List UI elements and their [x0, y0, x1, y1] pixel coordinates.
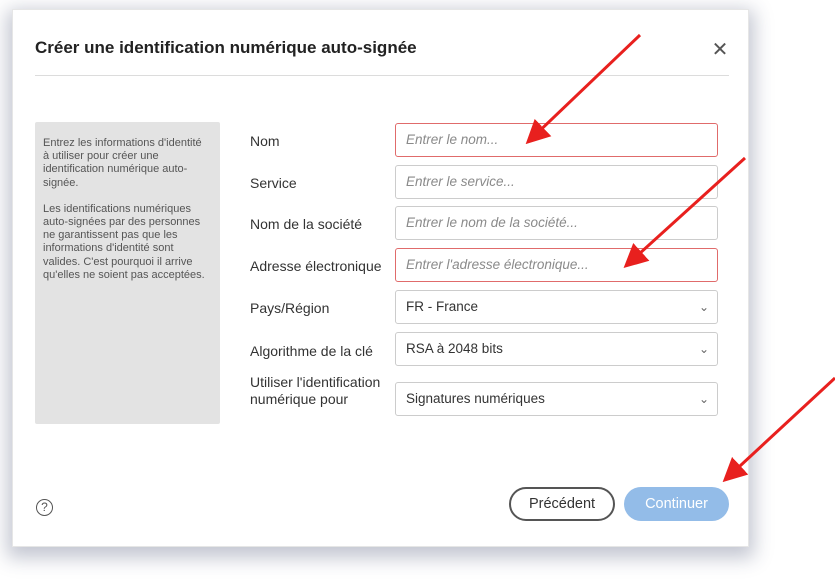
close-icon[interactable]: ✕ [710, 40, 730, 60]
company-input[interactable] [406, 207, 707, 238]
service-input[interactable] [406, 166, 707, 197]
country-label: Pays/Région [250, 300, 330, 316]
service-label: Service [250, 175, 297, 191]
usage-select[interactable]: Signatures numériques ⌄ [395, 382, 718, 416]
title-divider [35, 75, 729, 76]
country-value: FR - France [406, 299, 479, 314]
info-paragraph-1: Entrez les informations d'identité à uti… [43, 137, 202, 189]
dialog-title: Créer une identification numérique auto-… [35, 38, 417, 57]
chevron-down-icon: ⌄ [698, 342, 709, 356]
chevron-down-icon: ⌄ [698, 300, 709, 314]
continue-button[interactable]: Continuer [624, 487, 729, 521]
create-digital-id-dialog: Créer une identification numérique auto-… [13, 10, 748, 546]
name-input[interactable] [406, 124, 707, 155]
algorithm-label: Algorithme de la clé [250, 343, 373, 359]
info-panel: Entrez les informations d'identité à uti… [35, 122, 220, 424]
usage-value: Signatures numériques [406, 391, 545, 406]
name-label: Nom [250, 133, 280, 149]
email-input[interactable] [406, 249, 707, 280]
help-icon[interactable]: ? [36, 499, 53, 516]
algorithm-value: RSA à 2048 bits [406, 341, 503, 356]
service-field[interactable] [395, 165, 718, 199]
name-field[interactable] [395, 123, 718, 157]
email-field[interactable] [395, 248, 718, 282]
usage-label-line-1: Utiliser l'identification [250, 374, 381, 390]
chevron-down-icon: ⌄ [698, 392, 709, 406]
company-field[interactable] [395, 206, 718, 240]
previous-button[interactable]: Précédent [509, 487, 615, 521]
email-label: Adresse électronique [250, 258, 382, 274]
country-select[interactable]: FR - France ⌄ [395, 290, 718, 324]
company-label: Nom de la société [250, 216, 363, 232]
usage-label: Utiliser l'identification numérique pour [250, 374, 380, 408]
usage-label-line-2: numérique pour [250, 391, 349, 407]
algorithm-select[interactable]: RSA à 2048 bits ⌄ [395, 332, 718, 366]
info-paragraph-2: Les identifications numériques auto-sign… [43, 202, 205, 281]
